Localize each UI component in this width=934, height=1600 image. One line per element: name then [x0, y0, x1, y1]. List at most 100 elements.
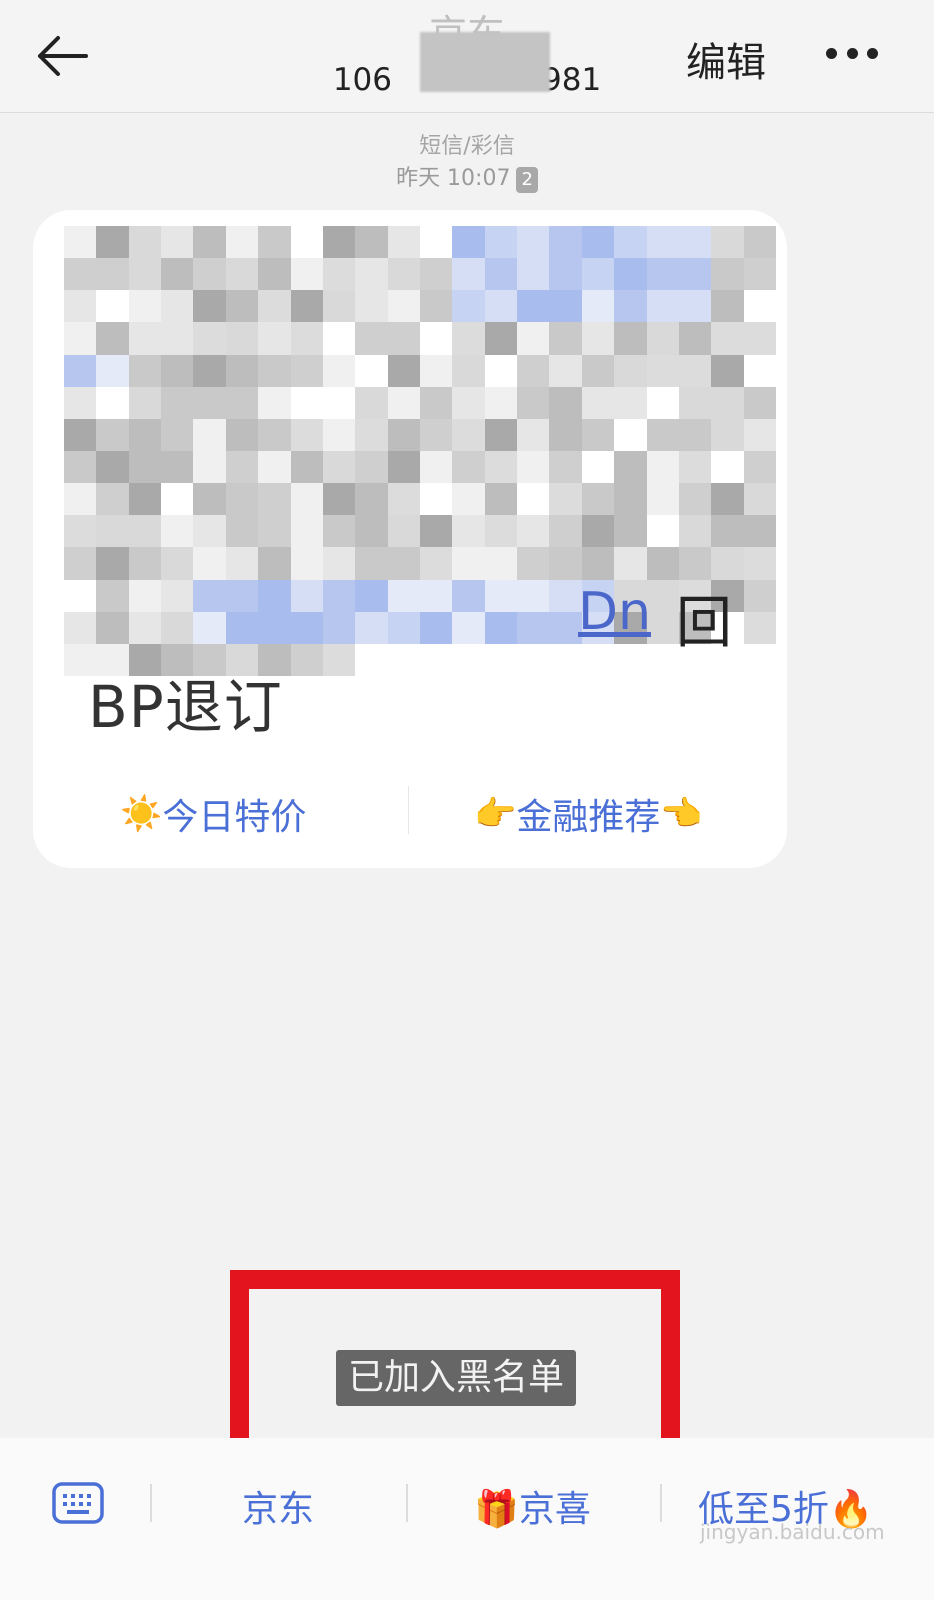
mosaic-cell — [743, 611, 776, 644]
mosaic-cell — [517, 579, 550, 612]
mosaic-cell — [614, 354, 647, 387]
mosaic-cell — [419, 386, 453, 419]
mosaic-cell — [517, 354, 550, 387]
mosaic-cell — [581, 547, 615, 580]
conversation-title[interactable]: 京东 106981 — [300, 10, 634, 100]
mosaic-cell — [549, 547, 582, 580]
mosaic-cell — [743, 579, 776, 612]
mosaic-cell — [549, 450, 582, 484]
message-last-line: BP退订 — [88, 673, 283, 741]
mosaic-cell — [290, 579, 323, 612]
mosaic-cell — [711, 258, 744, 291]
more-icon[interactable] — [826, 48, 878, 62]
back-button[interactable] — [36, 34, 88, 78]
mosaic-cell — [420, 644, 452, 676]
mosaic-cell — [549, 418, 582, 451]
mosaic-cell — [678, 386, 712, 419]
mosaic-cell — [387, 579, 420, 612]
mosaic-cell — [743, 290, 776, 323]
mosaic-cell — [64, 354, 97, 387]
mosaic-cell — [646, 483, 679, 516]
mosaic-cell — [355, 418, 388, 451]
mosaic-cell — [128, 290, 162, 323]
mosaic-cell — [355, 386, 388, 419]
mosaic-cell — [419, 611, 453, 644]
mosaic-cell — [517, 290, 550, 323]
mosaic-cell — [225, 611, 259, 644]
mosaic-cell — [387, 258, 420, 291]
mosaic-cell — [193, 483, 226, 516]
mosaic-cell — [452, 579, 485, 612]
top-bar: 京东 106981 编辑 — [0, 0, 934, 113]
keyboard-button[interactable] — [52, 1482, 104, 1524]
mosaic-cell — [258, 515, 291, 548]
quick-action-finance[interactable]: 👉 金融推荐 👈 — [474, 788, 703, 840]
mosaic-cell — [290, 547, 323, 580]
mosaic-cell — [128, 386, 162, 419]
mosaic-cell — [549, 386, 582, 419]
mosaic-cell — [161, 450, 194, 484]
mosaic-cell — [582, 644, 614, 676]
mosaic-cell — [646, 579, 679, 612]
mosaic-cell — [225, 547, 259, 580]
mosaic-cell — [452, 450, 485, 484]
mosaic-cell — [225, 386, 259, 419]
message-type-label: 短信/彩信 — [419, 134, 515, 159]
mosaic-cell — [711, 450, 744, 484]
mosaic-cell — [128, 418, 162, 451]
mosaic-cell — [484, 386, 518, 419]
mosaic-cell — [711, 226, 744, 259]
mosaic-cell — [128, 450, 162, 484]
edit-button[interactable]: 编辑 — [686, 30, 766, 88]
mosaic-cell — [322, 354, 356, 387]
mosaic-cell — [678, 322, 712, 355]
mosaic-cell — [678, 450, 712, 484]
mosaic-cell — [64, 258, 97, 291]
mosaic-cell — [452, 515, 485, 548]
mosaic-cell — [452, 258, 485, 291]
mosaic-cell — [581, 418, 615, 451]
mosaic-cell — [258, 226, 291, 259]
mosaic-cell — [96, 450, 129, 484]
mosaic-cell — [452, 611, 485, 644]
keyboard-icon — [52, 1482, 104, 1524]
mosaic-cell — [711, 483, 744, 516]
divider — [408, 786, 409, 834]
mosaic-cell — [322, 226, 356, 259]
mosaic-cell — [614, 386, 647, 419]
mosaic-cell — [193, 386, 226, 419]
mosaic-cell — [128, 579, 162, 612]
mosaic-cell — [711, 290, 744, 323]
mosaic-cell — [517, 322, 550, 355]
message-link[interactable]: Dn — [578, 582, 651, 642]
message-text-tail: 回 — [676, 591, 732, 656]
mosaic-cell — [355, 450, 388, 484]
quick-action-daily-deals[interactable]: ☀️ 今日特价 — [120, 788, 306, 840]
menu-item-jingxi[interactable]: 🎁京喜 — [474, 1480, 591, 1532]
mosaic-cell — [64, 547, 97, 580]
toast-message: 已加入黑名单 — [336, 1350, 576, 1406]
mosaic-cell — [258, 386, 291, 419]
mosaic-cell — [743, 354, 776, 387]
mosaic-cell — [64, 483, 97, 516]
mosaic-cell — [743, 483, 776, 516]
mosaic-cell — [387, 354, 420, 387]
mosaic-cell — [711, 418, 744, 451]
mosaic-cell — [96, 258, 129, 291]
menu-item-jd[interactable]: 京东 — [242, 1480, 314, 1532]
mosaic-cell — [484, 579, 518, 612]
mosaic-cell — [96, 547, 129, 580]
mosaic-cell — [290, 483, 323, 516]
mosaic-cell — [647, 644, 679, 676]
mosaic-cell — [678, 258, 712, 291]
mosaic-cell — [96, 483, 129, 516]
mosaic-cell — [614, 547, 647, 580]
mosaic-cell — [485, 644, 517, 676]
mosaic-cell — [355, 483, 388, 516]
mosaic-cell — [581, 290, 615, 323]
mosaic-cell — [96, 322, 129, 355]
mosaic-cell — [355, 290, 388, 323]
mosaic-cell — [387, 450, 420, 484]
mosaic-cell — [161, 258, 194, 291]
mosaic-cell — [322, 515, 356, 548]
